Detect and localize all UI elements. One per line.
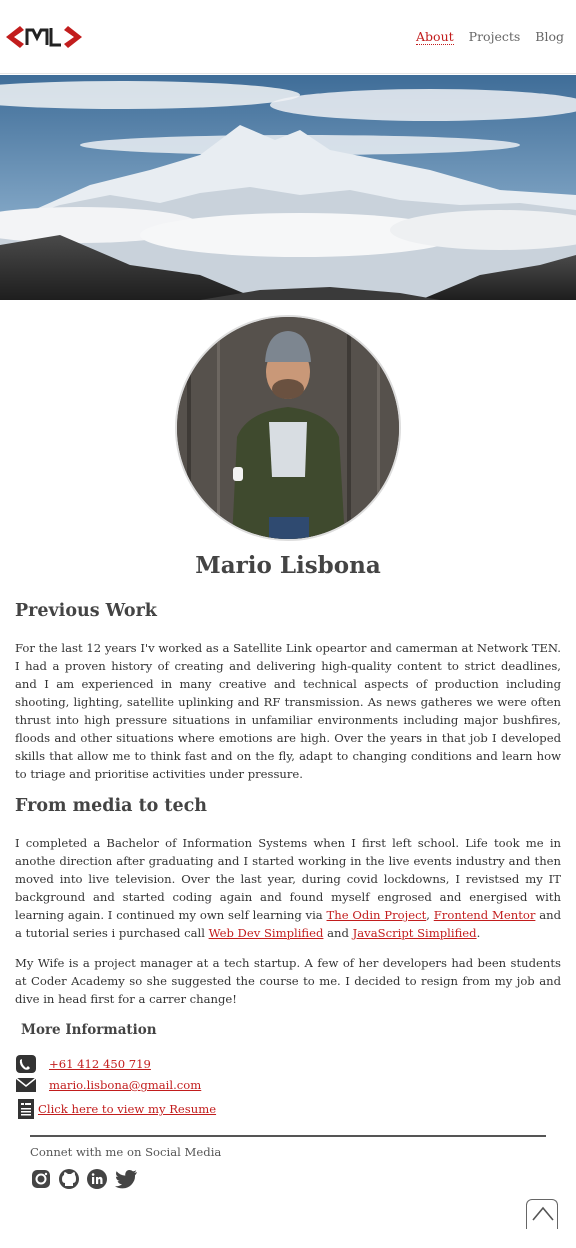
separator: and	[323, 926, 353, 940]
email-link[interactable]: mario.lisbona@gmail.com	[49, 1078, 201, 1092]
github-icon[interactable]	[58, 1168, 80, 1190]
frontend-mentor-link[interactable]: Frontend Mentor	[434, 908, 536, 922]
nav-about[interactable]: About	[416, 29, 454, 45]
chevron-up-icon	[532, 1206, 554, 1221]
media-to-tech-text: I completed a Bachelor of Information Sy…	[15, 834, 561, 942]
nav-blog[interactable]: Blog	[535, 29, 564, 45]
career-change-text: My Wife is a project manager at a tech s…	[15, 956, 561, 1006]
logo[interactable]	[6, 24, 82, 50]
phone-icon	[15, 1054, 37, 1074]
separator: ,	[426, 908, 434, 922]
resume-link[interactable]: Click here to view my Resume	[38, 1102, 216, 1116]
odin-project-link[interactable]: The Odin Project	[327, 908, 427, 922]
divider	[30, 1135, 546, 1137]
profile-name: Mario Lisbona	[195, 552, 381, 579]
javascript-simplified-link[interactable]: JavaScript Simplified	[353, 926, 477, 940]
social-heading: Connet with me on Social Media	[30, 1145, 222, 1159]
back-to-top-button[interactable]	[526, 1199, 558, 1229]
phone-row: +61 412 450 719	[15, 1054, 151, 1074]
previous-work-heading: Previous Work	[15, 601, 157, 621]
main-nav: About Projects Blog	[416, 29, 564, 45]
sentence-end: .	[476, 926, 481, 940]
instagram-icon[interactable]	[30, 1168, 52, 1190]
ml-logo-icon	[6, 26, 82, 48]
phone-link[interactable]: +61 412 450 719	[49, 1057, 151, 1071]
web-dev-simplified-link[interactable]: Web Dev Simplified	[209, 926, 324, 940]
email-row: mario.lisbona@gmail.com	[15, 1077, 201, 1093]
media-to-tech-heading: From media to tech	[15, 796, 208, 816]
document-icon	[17, 1099, 37, 1119]
mail-icon	[15, 1077, 37, 1093]
hero-mountain-image	[0, 75, 576, 300]
site-header: About Projects Blog	[0, 0, 576, 74]
nav-projects[interactable]: Projects	[469, 29, 521, 45]
linkedin-icon[interactable]	[86, 1168, 108, 1190]
profile-avatar	[175, 315, 401, 541]
twitter-icon[interactable]	[114, 1168, 137, 1190]
more-info-heading: More Information	[21, 1022, 157, 1038]
resume-row: Click here to view my Resume	[15, 1099, 216, 1119]
previous-work-text: For the last 12 years I'v worked as a Sa…	[15, 641, 561, 781]
social-links	[30, 1168, 137, 1190]
